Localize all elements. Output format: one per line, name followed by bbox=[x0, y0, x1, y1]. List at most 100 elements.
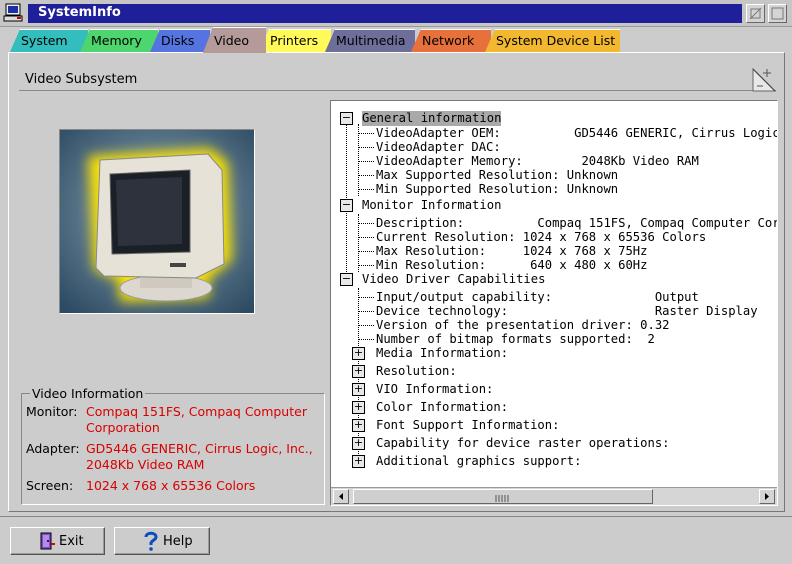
tree-item: Max Resolution: 1024 x 768 x 75Hz bbox=[376, 244, 648, 258]
video-information-group: Video Information Monitor: Compaq 151FS,… bbox=[21, 386, 325, 505]
maximize-button[interactable] bbox=[768, 4, 787, 23]
tree-node-raster[interactable]: Capability for device raster operations: bbox=[376, 436, 670, 451]
minimize-button[interactable] bbox=[746, 4, 765, 23]
arrow-left-icon bbox=[339, 493, 343, 500]
tab-multimedia[interactable]: Multimedia bbox=[325, 29, 415, 52]
systeminfo-window: SystemInfo System Memory Disks Video Pri… bbox=[0, 0, 792, 564]
scroll-right-button[interactable] bbox=[759, 489, 775, 504]
tree-item: Device technology: Raster Display bbox=[376, 304, 758, 318]
tree-line bbox=[358, 147, 374, 148]
tab-strip: System Memory Disks Video Printers Multi… bbox=[0, 27, 792, 53]
tree-node-vio[interactable]: VIO Information: bbox=[376, 382, 493, 397]
group-legend: Video Information bbox=[30, 386, 146, 401]
tree-line bbox=[358, 251, 374, 252]
expand-icon[interactable]: + bbox=[352, 455, 365, 468]
exit-button[interactable]: Exit bbox=[10, 527, 105, 555]
tree-item: Input/output capability: Output bbox=[376, 290, 699, 304]
scroll-left-button[interactable] bbox=[333, 489, 349, 504]
monitor-picture bbox=[59, 129, 255, 314]
question-mark-icon bbox=[144, 531, 158, 551]
screen-value: 1024 x 768 x 65536 Colors bbox=[86, 478, 256, 493]
maximize-icon bbox=[771, 7, 784, 20]
computer-icon[interactable] bbox=[3, 3, 25, 23]
grip-icon bbox=[495, 495, 509, 502]
tree-item: Min Resolution: 640 x 480 x 60Hz bbox=[376, 258, 648, 272]
expand-icon[interactable]: + bbox=[352, 383, 365, 396]
screen-label: Screen: bbox=[26, 478, 74, 493]
expand-icon[interactable]: + bbox=[352, 365, 365, 378]
exit-label: Exit bbox=[59, 534, 84, 549]
tree-line bbox=[358, 133, 374, 134]
tab-system-device-list[interactable]: System Device List bbox=[485, 29, 620, 52]
tree-line bbox=[358, 325, 374, 326]
tab-system[interactable]: System bbox=[10, 29, 88, 52]
monitor-label: Monitor: bbox=[26, 404, 78, 419]
tree-item: Version of the presentation driver: 0.32 bbox=[376, 318, 670, 332]
minimize-icon bbox=[749, 7, 762, 20]
tab-label: Video bbox=[214, 33, 250, 48]
tree-node-font[interactable]: Font Support Information: bbox=[376, 418, 559, 433]
horizontal-scrollbar[interactable] bbox=[331, 487, 777, 505]
tree-line bbox=[358, 297, 374, 298]
tree-node-general[interactable]: General information bbox=[362, 111, 502, 126]
tree-line bbox=[358, 339, 374, 340]
help-button[interactable]: Help bbox=[114, 527, 210, 555]
tree-item: Max Supported Resolution: Unknown bbox=[376, 168, 619, 182]
tab-label: Disks bbox=[161, 33, 195, 48]
tab-memory[interactable]: Memory bbox=[80, 29, 158, 52]
tree-item: Min Supported Resolution: Unknown bbox=[376, 182, 619, 196]
tree-node-monitor[interactable]: Monitor Information bbox=[362, 198, 501, 213]
tree-line bbox=[358, 124, 359, 196]
tree-node-media[interactable]: Media Information: bbox=[376, 346, 508, 361]
tree-item: VideoAdapter DAC: bbox=[376, 140, 501, 154]
tree-item: Current Resolution: 1024 x 768 x 65536 C… bbox=[376, 230, 707, 244]
tab-label: Multimedia bbox=[336, 33, 406, 48]
tree-line bbox=[358, 175, 374, 176]
button-bar: Exit Help bbox=[0, 516, 792, 564]
tree-line bbox=[358, 189, 374, 190]
page-header: Video Subsystem bbox=[19, 65, 777, 93]
tree-item: Description: Compaq 151FS, Compaq Comput… bbox=[376, 216, 777, 230]
expand-icon[interactable]: + bbox=[352, 437, 365, 450]
collapse-icon[interactable]: − bbox=[340, 273, 353, 286]
tree-line bbox=[358, 311, 374, 312]
tree-node-resolution[interactable]: Resolution: bbox=[376, 364, 457, 379]
arrow-right-icon bbox=[765, 493, 769, 500]
dog-ear-icon[interactable] bbox=[751, 67, 777, 93]
tab-label: System bbox=[21, 33, 68, 48]
expand-icon[interactable]: + bbox=[352, 347, 365, 360]
tree-item: Number of bitmap formats supported: 2 bbox=[376, 332, 655, 346]
video-page: Video Subsystem Video Information Monito… bbox=[8, 52, 785, 512]
tab-video[interactable]: Video bbox=[203, 27, 266, 53]
collapse-icon[interactable]: − bbox=[340, 199, 353, 212]
monitor-value: Compaq 151FS, Compaq Computer Corporatio… bbox=[86, 404, 307, 435]
tree-line bbox=[358, 161, 374, 162]
tab-label: Printers bbox=[270, 33, 319, 48]
tab-label: Network bbox=[422, 33, 475, 48]
tree-content: − General information VideoAdapter OEM: … bbox=[331, 101, 777, 485]
monitor-image bbox=[60, 130, 254, 313]
tree-item: VideoAdapter OEM: GD5446 GENERIC, Cirrus… bbox=[376, 126, 777, 140]
title-fill: SystemInfo bbox=[28, 4, 742, 23]
tab-network[interactable]: Network bbox=[411, 29, 491, 52]
scroll-thumb[interactable] bbox=[353, 489, 653, 504]
tree-line bbox=[358, 237, 374, 238]
tab-printers[interactable]: Printers bbox=[259, 29, 331, 52]
adapter-value: GD5446 GENERIC, Cirrus Logic, Inc., 2048… bbox=[86, 441, 313, 472]
title-bar[interactable]: SystemInfo bbox=[0, 0, 792, 27]
tab-label: Memory bbox=[91, 33, 142, 48]
help-label: Help bbox=[163, 534, 193, 549]
tree-node-graphics[interactable]: Additional graphics support: bbox=[376, 454, 581, 469]
expand-icon[interactable]: + bbox=[352, 419, 365, 432]
tree-node-driver[interactable]: Video Driver Capabilities bbox=[362, 272, 545, 287]
adapter-label: Adapter: bbox=[26, 441, 80, 456]
tab-label: System Device List bbox=[496, 33, 616, 48]
tree-node-color[interactable]: Color Information: bbox=[376, 400, 508, 415]
video-details-tree[interactable]: − General information VideoAdapter OEM: … bbox=[330, 100, 778, 506]
page-title: Video Subsystem bbox=[25, 72, 138, 87]
tab-disks[interactable]: Disks bbox=[150, 29, 210, 52]
tree-line bbox=[358, 223, 374, 224]
collapse-icon[interactable]: − bbox=[340, 112, 353, 125]
expand-icon[interactable]: + bbox=[352, 401, 365, 414]
door-icon bbox=[40, 532, 55, 550]
